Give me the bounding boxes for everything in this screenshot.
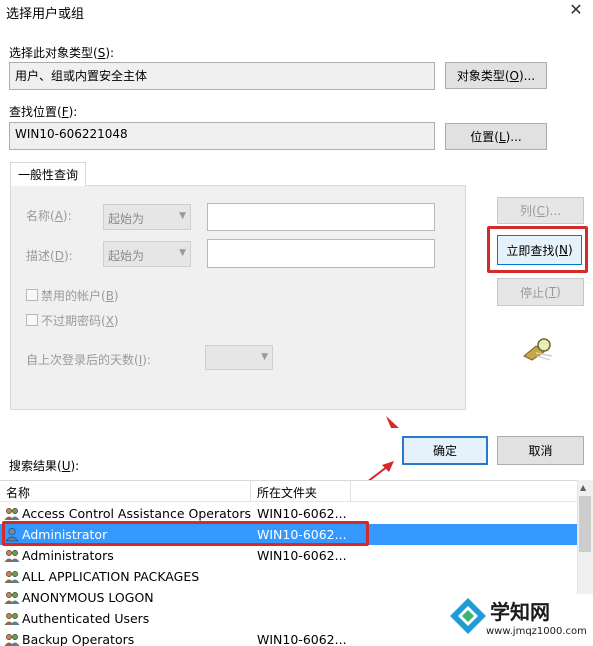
columns-button[interactable]: 列(C)... bbox=[497, 197, 584, 224]
days-since-logon-label-text: 自上次登录后的天数( bbox=[26, 353, 139, 367]
dialog-title: 选择用户或组 bbox=[6, 7, 85, 22]
description-input[interactable] bbox=[207, 239, 435, 268]
row-folder: WIN10-6062... bbox=[257, 506, 347, 521]
row-name: Administrators bbox=[22, 548, 114, 563]
watermark-url: www.jmqz1000.com bbox=[486, 626, 587, 637]
object-type-label-suffix: ): bbox=[105, 46, 115, 60]
location-field: WIN10-606221048 bbox=[9, 122, 435, 150]
disabled-accounts-label: 禁用的帐户(B) bbox=[41, 287, 119, 304]
locations-button-suffix: )... bbox=[505, 129, 522, 144]
cancel-button[interactable]: 取消 bbox=[497, 436, 584, 465]
description-label: 描述(D): bbox=[26, 247, 73, 264]
description-label-text: 描述( bbox=[26, 249, 55, 263]
description-mode-select[interactable]: 起始为 ▼ bbox=[103, 241, 191, 267]
group-icon bbox=[4, 508, 20, 520]
find-now-button-key: N bbox=[559, 243, 568, 257]
row-name: Access Control Assistance Operators bbox=[22, 506, 251, 521]
name-label-text: 名称( bbox=[26, 209, 55, 223]
non-expiring-password-label: 不过期密码(X) bbox=[41, 312, 119, 329]
search-flashlight-icon bbox=[523, 338, 553, 361]
object-types-button-suffix: )... bbox=[519, 68, 536, 83]
stop-button[interactable]: 停止(T) bbox=[497, 278, 584, 306]
group-icon bbox=[4, 613, 20, 625]
days-since-logon-label: 自上次登录后的天数(I): bbox=[26, 351, 151, 368]
stop-button-text: 停止( bbox=[520, 285, 549, 300]
row-name: ANONYMOUS LOGON bbox=[22, 590, 154, 605]
search-results-label: 搜索结果(U): bbox=[9, 457, 79, 474]
group-icon bbox=[4, 634, 20, 646]
object-types-button-text: 对象类型( bbox=[456, 69, 510, 83]
description-label-suffix: ): bbox=[63, 249, 73, 263]
annotation-arrow-icon bbox=[386, 416, 399, 428]
non-expiring-password-checkbox[interactable] bbox=[26, 314, 38, 326]
row-name: Authenticated Users bbox=[22, 611, 150, 626]
disabled-accounts-checkbox[interactable] bbox=[26, 289, 38, 301]
description-mode-value: 起始为 bbox=[108, 249, 145, 263]
disabled-accounts-label-text: 禁用的帐户( bbox=[41, 289, 106, 303]
administrator-highlight bbox=[2, 521, 369, 546]
table-row[interactable]: Administrators WIN10-6062... bbox=[0, 545, 577, 566]
row-name: Backup Operators bbox=[22, 632, 135, 646]
object-type-label-text: 选择此对象类型( bbox=[9, 46, 98, 60]
close-icon[interactable]: ✕ bbox=[567, 1, 585, 19]
days-since-logon-select[interactable]: ▼ bbox=[205, 345, 273, 370]
location-label-text: 查找位置( bbox=[9, 105, 62, 119]
locations-button-text: 位置( bbox=[470, 130, 499, 144]
row-folder: WIN10-6062... bbox=[257, 632, 347, 646]
object-type-label: 选择此对象类型(S): bbox=[9, 44, 114, 61]
column-divider[interactable] bbox=[350, 480, 351, 502]
column-divider[interactable] bbox=[250, 480, 251, 502]
description-label-key: D bbox=[54, 249, 64, 263]
results-header: 名称 所在文件夹 bbox=[0, 480, 577, 502]
chevron-down-icon: ▼ bbox=[261, 352, 268, 362]
name-mode-value: 起始为 bbox=[108, 212, 145, 226]
stop-button-suffix: ) bbox=[556, 285, 561, 299]
name-label: 名称(A): bbox=[26, 207, 72, 224]
columns-button-text: 列( bbox=[519, 204, 537, 218]
name-input[interactable] bbox=[207, 203, 435, 231]
scroll-up-icon[interactable]: ▲ bbox=[580, 483, 586, 492]
group-icon bbox=[4, 550, 20, 562]
column-header-name[interactable]: 名称 bbox=[6, 484, 30, 501]
find-now-button[interactable]: 立即查找(N) bbox=[497, 235, 582, 265]
stop-button-key: T bbox=[548, 285, 557, 299]
locations-button[interactable]: 位置(L)... bbox=[445, 123, 547, 150]
name-label-key: A bbox=[54, 209, 63, 223]
find-now-button-text: 立即查找( bbox=[506, 243, 559, 258]
search-results-label-suffix: ): bbox=[70, 459, 80, 473]
days-since-logon-label-suffix: ): bbox=[142, 353, 151, 367]
disabled-accounts-label-suffix: ) bbox=[113, 289, 119, 303]
name-mode-select[interactable]: 起始为 ▼ bbox=[103, 204, 191, 230]
object-types-button[interactable]: 对象类型(O)... bbox=[445, 62, 547, 89]
ok-button[interactable]: 确定 bbox=[402, 436, 488, 465]
locations-button-key: L bbox=[498, 129, 506, 144]
find-now-button-suffix: ) bbox=[567, 243, 573, 257]
watermark-logo-icon bbox=[450, 598, 486, 634]
name-label-suffix: ): bbox=[62, 209, 72, 223]
search-results-label-text: 搜索结果( bbox=[9, 459, 62, 473]
watermark-brand: 学知网 bbox=[490, 600, 550, 624]
row-name: ALL APPLICATION PACKAGES bbox=[22, 569, 200, 584]
chevron-down-icon: ▼ bbox=[179, 211, 186, 221]
column-header-folder[interactable]: 所在文件夹 bbox=[257, 484, 317, 501]
non-expiring-password-label-text: 不过期密码( bbox=[41, 314, 106, 328]
non-expiring-password-label-key: X bbox=[105, 314, 114, 328]
scrollbar-thumb[interactable] bbox=[579, 496, 591, 552]
disabled-accounts-label-key: B bbox=[105, 289, 114, 303]
columns-button-suffix: )... bbox=[544, 203, 562, 218]
location-label: 查找位置(F): bbox=[9, 103, 77, 120]
location-label-key: F bbox=[61, 105, 69, 119]
group-icon bbox=[4, 571, 20, 583]
location-label-suffix: ): bbox=[68, 105, 78, 119]
group-icon bbox=[4, 592, 20, 604]
columns-button-key: C bbox=[536, 203, 545, 218]
chevron-down-icon: ▼ bbox=[179, 248, 186, 258]
non-expiring-password-label-suffix: ) bbox=[113, 314, 119, 328]
tab-common-queries[interactable]: 一般性查询 bbox=[10, 162, 86, 186]
object-type-field: 用户、组或内置安全主体 bbox=[9, 62, 435, 90]
object-types-button-key: O bbox=[509, 68, 519, 83]
row-folder: WIN10-6062... bbox=[257, 548, 347, 563]
watermark: 学知网 www.jmqz1000.com bbox=[448, 594, 593, 646]
table-row[interactable]: ALL APPLICATION PACKAGES bbox=[0, 566, 577, 587]
